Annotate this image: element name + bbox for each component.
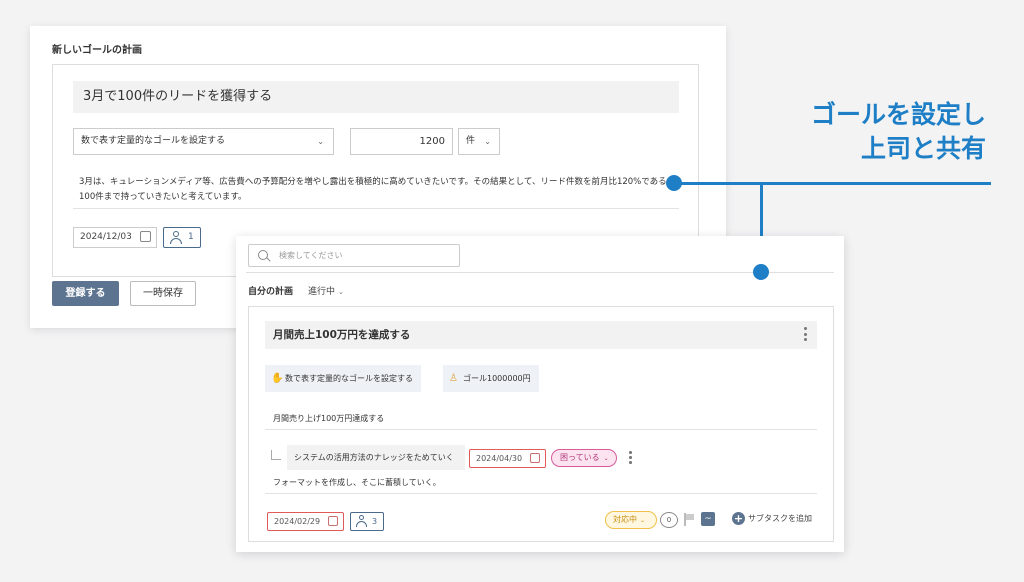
plan-due-date[interactable]: 2024/02/29 (267, 512, 344, 531)
divider (265, 429, 817, 430)
plan-due-date-value: 2024/02/29 (274, 517, 321, 526)
goal-type-select[interactable]: 数で表す定量的なゴールを設定する ⌄ (73, 128, 334, 155)
subtask-more-icon[interactable] (629, 451, 632, 466)
goal-type-chip: ✋ 数で表す定量的なゴールを設定する (265, 365, 421, 392)
person-icon (170, 231, 182, 244)
search-placeholder: 検索してください (279, 251, 343, 260)
subtask-name[interactable]: システムの活用方法のナレッジをためていく (287, 445, 465, 470)
subtask-status-badge[interactable]: 困っている ⌄ (551, 449, 617, 467)
connector-dot (753, 264, 769, 280)
goal-target-chip: ♙ ゴール1000000円 (443, 365, 539, 392)
plan-title-text: 月間売上100万円を達成する (273, 329, 411, 341)
activity-icon[interactable]: ~ (701, 512, 715, 526)
plan-status-label: 対応中 (613, 515, 637, 524)
goal-title-input[interactable]: 3月で100件のリードを獲得する (73, 81, 679, 113)
subtask-status-label: 困っている (560, 453, 600, 462)
flag-icon[interactable] (683, 513, 695, 526)
connector-line-horizontal (673, 182, 991, 185)
unit-select[interactable]: 件 ⌄ (458, 128, 500, 155)
connector-dot (666, 175, 682, 191)
goal-type-select-value: 数で表す定量的なゴールを設定する (81, 136, 226, 146)
subtask-due-date[interactable]: 2024/04/30 (469, 449, 546, 468)
headline-line-1: ゴールを設定し (810, 100, 986, 129)
search-input[interactable]: 検索してください (248, 244, 460, 267)
calendar-icon (530, 453, 540, 463)
hand-icon: ✋ (271, 373, 284, 384)
divider (73, 208, 679, 209)
subtask-description: フォーマットを作成し、そこに蓄積していく。 (273, 478, 441, 487)
subtask-arrow-icon (271, 450, 281, 460)
plus-icon: + (732, 512, 745, 525)
chevron-down-icon: ⌄ (603, 455, 609, 462)
comment-count-icon[interactable]: 0 (660, 512, 678, 528)
headline-line-2: 上司と共有 (860, 134, 986, 163)
add-subtask-button[interactable]: + サブタスクを追加 (732, 512, 812, 526)
chevron-down-icon: ⌄ (640, 517, 646, 524)
search-icon (258, 250, 268, 260)
more-options-icon[interactable] (804, 327, 807, 344)
assignee-button[interactable]: 3 (350, 512, 384, 531)
add-subtask-label: サブタスクを追加 (748, 514, 812, 523)
target-value-input[interactable]: 1200 (350, 128, 453, 155)
register-button[interactable]: 登録する (52, 281, 119, 306)
goal-description-textarea[interactable]: 3月は、キュレーションメディア等、広告費への予算配分を増やし露出を積極的に高めて… (79, 175, 679, 205)
chevron-down-icon: ⌄ (484, 137, 491, 146)
status-filter-dropdown[interactable]: 進行中 ⌄ (308, 284, 344, 297)
due-date-value: 2024/12/03 (80, 232, 132, 242)
goal-target-chip-label: ゴール1000000円 (463, 374, 531, 383)
plan-summary: 月間売り上げ100万円達成する (273, 414, 385, 423)
due-date-picker[interactable]: 2024/12/03 (73, 227, 157, 248)
calendar-icon (328, 516, 338, 526)
status-filter-value: 進行中 (308, 287, 336, 297)
plan-status-badge[interactable]: 対応中 ⌄ (605, 511, 657, 529)
calendar-icon (140, 231, 151, 242)
subtask-due-date-value: 2024/04/30 (476, 454, 523, 463)
goal-type-chip-label: 数で表す定量的なゴールを設定する (285, 374, 413, 383)
divider (246, 272, 834, 273)
chevron-down-icon: ⌄ (317, 137, 324, 146)
assignee-button[interactable]: 1 (163, 227, 201, 248)
plan-item: 月間売上100万円を達成する ✋ 数で表す定量的なゴールを設定する ♙ ゴール1… (248, 306, 834, 542)
chevron-down-icon: ⌄ (338, 288, 344, 296)
save-draft-button[interactable]: 一時保存 (130, 281, 196, 306)
feature-headline: ゴールを設定し 上司と共有 (811, 98, 986, 166)
trophy-icon: ♙ (449, 373, 458, 384)
divider (265, 493, 817, 494)
new-goal-plan-title: 新しいゴールの計画 (52, 45, 142, 56)
section-title: 自分の計画 (248, 287, 294, 297)
plan-title[interactable]: 月間売上100万円を達成する (265, 321, 817, 349)
plan-list-card: 検索してください 自分の計画 進行中 ⌄ 月間売上100万円を達成する ✋ 数で表… (236, 236, 844, 552)
person-icon (356, 515, 367, 527)
assignee-count: 1 (188, 232, 194, 242)
unit-select-value: 件 (466, 136, 476, 146)
assignee-count: 3 (372, 517, 378, 526)
